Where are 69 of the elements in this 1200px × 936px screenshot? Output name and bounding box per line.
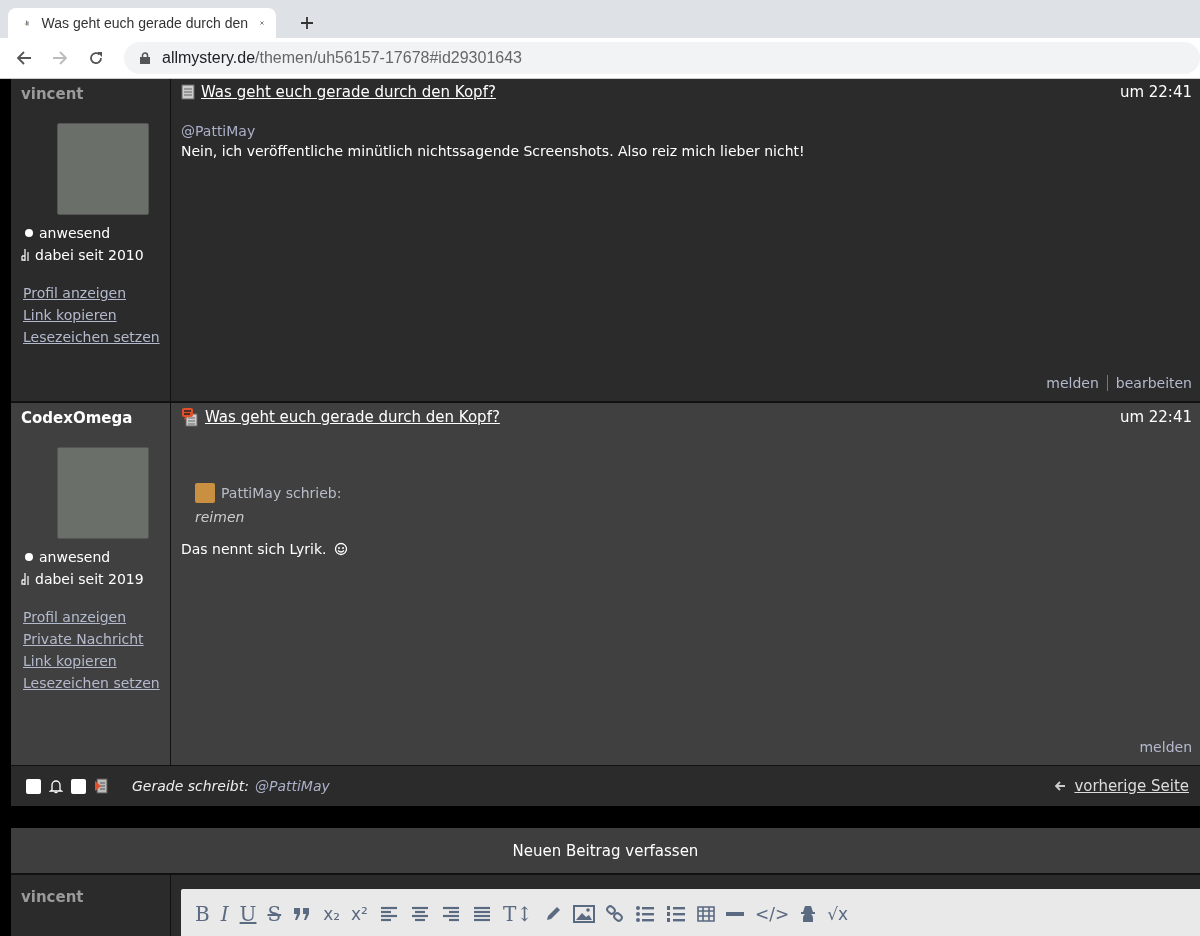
quote-avatar-placeholder (195, 483, 215, 503)
online-dot-icon (25, 553, 33, 561)
close-tab-icon[interactable] (260, 18, 264, 28)
sub-button[interactable]: x₂ (323, 904, 341, 924)
bell-icon (49, 778, 63, 794)
document-icon (94, 778, 108, 794)
numbered-list-icon[interactable] (666, 905, 687, 923)
subscribe-checkbox[interactable] (26, 778, 41, 794)
align-left-icon[interactable] (378, 905, 399, 923)
pencil-icon[interactable] (544, 905, 563, 923)
back-icon[interactable] (16, 50, 32, 66)
quote-text: reimen (195, 509, 246, 525)
post-action-link[interactable]: melden (1046, 375, 1099, 391)
post-time: um 22:41 (1119, 408, 1192, 426)
compose-title: Neuen Beitrag verfassen (512, 841, 699, 860)
quote-author: PattiMay schrieb: (221, 485, 342, 501)
spy-icon[interactable] (800, 905, 817, 923)
left-arrow-icon (1054, 780, 1067, 792)
sup-button[interactable]: x² (351, 904, 368, 924)
underline-button[interactable]: U (239, 902, 257, 926)
browser-tab[interactable]: Was geht euch gerade durch den (8, 8, 276, 38)
mention-link[interactable]: @PattiMay (181, 123, 1192, 139)
post-text: Nein, ich veröffentliche minütlich nichtssagende Screenshots. Also reiz mich lieber nicht! (181, 143, 805, 159)
mark-checkbox[interactable] (71, 778, 86, 794)
site-logo-icon (21, 572, 31, 586)
username[interactable]: vincent (21, 85, 170, 103)
profile-link[interactable]: Profil anzeigen (23, 609, 170, 625)
lock-icon (140, 52, 150, 64)
bullet-list-icon[interactable] (635, 905, 656, 923)
bold-button[interactable]: B (195, 902, 210, 926)
profile-link[interactable]: Lesezeichen setzen (23, 675, 170, 691)
username[interactable]: CodexOmega (21, 409, 170, 427)
post-title-link[interactable]: Was geht euch gerade durch den Kopf? (201, 83, 496, 101)
post-action-link[interactable]: melden (1139, 739, 1192, 755)
strike-button[interactable]: S (267, 902, 282, 926)
profile-link[interactable]: Private Nachricht (23, 631, 170, 647)
tab-title: Was geht euch gerade durch den (41, 15, 249, 31)
typing-user-link[interactable]: @PattiMay (254, 778, 330, 794)
online-status: anwesend (39, 549, 111, 565)
url-text: allmystery.de/themen/uh56157-17678#id29301643 (162, 49, 522, 67)
online-dot-icon (25, 229, 33, 237)
post-action-link[interactable]: bearbeiten (1106, 375, 1192, 391)
new-tab-icon[interactable] (300, 16, 314, 30)
align-center-icon[interactable] (409, 905, 430, 923)
typing-label: Gerade schreibt: (132, 778, 249, 794)
post-text: Das nennt sich Lyrik. (181, 541, 327, 557)
username: vincent (21, 888, 84, 906)
justify-icon[interactable] (471, 905, 492, 923)
address-bar[interactable]: allmystery.de/themen/uh56157-17678#id29301643 (124, 42, 1200, 74)
italic-button[interactable]: I (220, 902, 229, 926)
site-logo-icon (21, 248, 31, 262)
image-icon[interactable] (573, 905, 596, 923)
profile-link[interactable]: Lesezeichen setzen (23, 329, 170, 345)
member-since: dabei seit 2019 (35, 571, 144, 587)
table-icon[interactable] (697, 905, 716, 923)
reload-icon[interactable] (88, 50, 104, 66)
formula-button[interactable]: √x (827, 904, 849, 924)
align-right-icon[interactable] (440, 905, 461, 923)
profile-link[interactable]: Profil anzeigen (23, 285, 170, 301)
post-title-link[interactable]: Was geht euch gerade durch den Kopf? (205, 408, 500, 426)
online-status: anwesend (39, 225, 111, 241)
text-size-button[interactable]: T↕ (502, 902, 534, 926)
profile-link[interactable]: Link kopieren (23, 307, 170, 323)
member-since: dabei seit 2010 (35, 247, 144, 263)
code-button[interactable]: </> (755, 904, 790, 924)
post-time: um 22:41 (1119, 83, 1192, 101)
profile-link[interactable]: Link kopieren (23, 653, 170, 669)
previous-page-link[interactable]: vorherige Seite (1074, 777, 1189, 795)
link-icon[interactable] (606, 905, 625, 923)
